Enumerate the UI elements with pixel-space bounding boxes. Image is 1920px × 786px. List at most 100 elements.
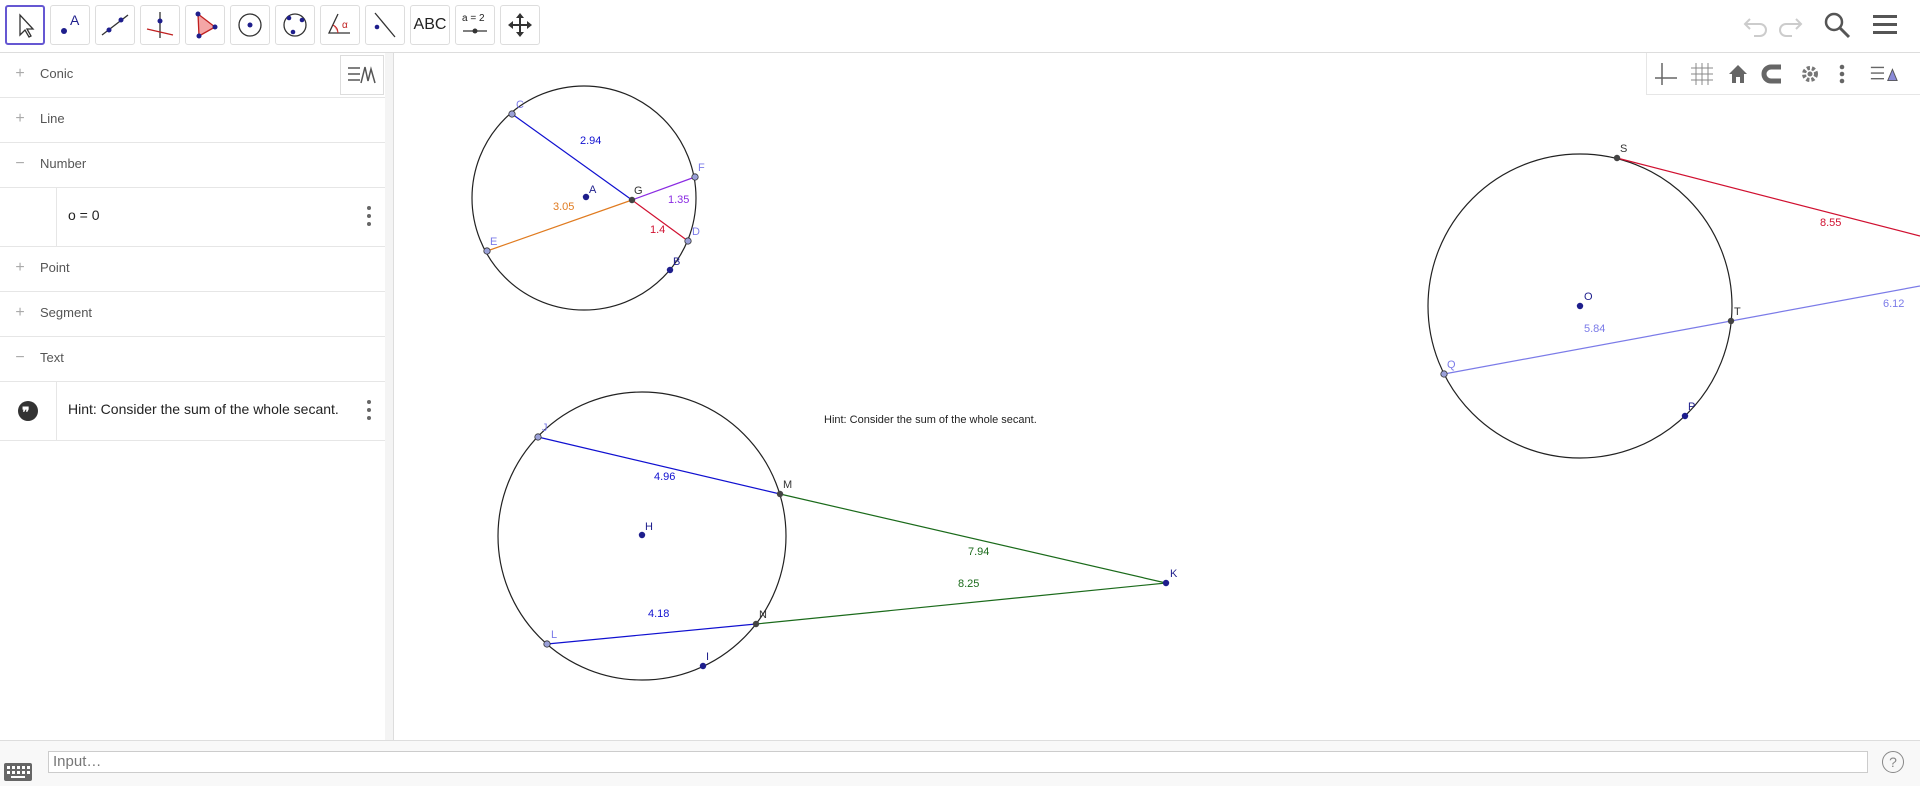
graphics-view[interactable]: C A G F E D B 2.94 3.05 1.35 1.4 J H M K… <box>394 53 1920 740</box>
label-Q: Q <box>1447 359 1456 371</box>
undo-button[interactable] <box>1740 10 1770 45</box>
circle-three-points-icon <box>283 13 307 37</box>
main-menu-button[interactable] <box>1870 10 1900 45</box>
point-L[interactable] <box>543 640 551 648</box>
group-label: Point <box>40 260 70 275</box>
point-K[interactable] <box>1162 579 1170 587</box>
point-I[interactable] <box>699 662 707 670</box>
text-tool-label: ABC <box>413 16 447 33</box>
home-icon <box>1729 65 1747 83</box>
algebra-item-value[interactable]: Hint: Consider the sum of the whole seca… <box>68 401 339 417</box>
label-H: H <box>645 521 653 533</box>
reflect-tool[interactable] <box>365 5 405 45</box>
collapse-icon[interactable]: − <box>12 350 28 366</box>
settings-button[interactable] <box>1795 59 1825 89</box>
perpendicular-line-tool[interactable] <box>140 5 180 45</box>
segment-S-out[interactable] <box>1616 157 1920 237</box>
point-Q[interactable] <box>1440 370 1448 378</box>
algebra-view: + Conic + Line − Number o = 0 + Point + … <box>0 53 386 740</box>
point-O[interactable] <box>1576 302 1584 310</box>
help-button[interactable]: ? <box>1882 751 1904 773</box>
graphics-style-bar <box>1646 53 1920 95</box>
redo-button[interactable] <box>1776 10 1806 45</box>
label-D: D <box>692 226 700 238</box>
point-N[interactable] <box>752 620 760 628</box>
label-T: T <box>1734 306 1741 318</box>
search-button[interactable] <box>1822 10 1852 45</box>
visibility-marble[interactable]: ❞ <box>0 382 57 440</box>
more-options-button[interactable] <box>1827 59 1857 89</box>
axes-toggle-button[interactable] <box>1651 59 1681 89</box>
line-icon <box>101 14 129 36</box>
angle-tool[interactable]: α <box>320 5 360 45</box>
algebra-item-text-hint[interactable]: ❞ Hint: Consider the sum of the whole se… <box>0 382 385 441</box>
length-label: 7.94 <box>968 546 989 558</box>
menu-icon <box>1873 15 1897 34</box>
visibility-marble[interactable] <box>0 188 57 246</box>
text-tool[interactable]: ABC <box>410 5 450 45</box>
move-arrows-icon <box>508 13 532 37</box>
expand-icon[interactable]: + <box>12 305 28 321</box>
expand-icon[interactable]: + <box>12 111 28 127</box>
circle-center-point-tool[interactable] <box>230 5 270 45</box>
point-E[interactable] <box>483 247 491 255</box>
expand-icon[interactable]: + <box>12 66 28 82</box>
group-segment[interactable]: + Segment <box>0 292 385 337</box>
point-G[interactable] <box>628 196 636 204</box>
keyboard-icon[interactable] <box>4 763 32 781</box>
move-tool[interactable] <box>5 5 45 45</box>
reflect-line-icon <box>374 12 396 38</box>
label-O: O <box>1584 291 1593 303</box>
circle-three-points-tool[interactable] <box>275 5 315 45</box>
line-tool[interactable] <box>95 5 135 45</box>
segment-JM[interactable] <box>537 436 781 495</box>
magnet-icon <box>1761 64 1781 84</box>
point-F[interactable] <box>691 173 699 181</box>
svg-text:α: α <box>342 20 348 31</box>
group-point[interactable]: + Point <box>0 247 385 292</box>
snap-button[interactable] <box>1759 59 1789 89</box>
group-line[interactable]: + Line <box>0 98 385 143</box>
gear-icon <box>1802 66 1818 82</box>
home-button[interactable] <box>1723 59 1753 89</box>
figure-1: C A G F E D B 2.94 3.05 1.35 1.4 <box>471 85 705 311</box>
length-label: 5.84 <box>1584 323 1605 335</box>
point-C[interactable] <box>508 110 516 118</box>
figure-2: J H M K L N I 4.96 7.94 8.25 4.18 <box>497 391 1178 681</box>
label-B: B <box>673 256 680 268</box>
point-J[interactable] <box>534 433 542 441</box>
more-options-icon[interactable] <box>365 202 373 232</box>
panel-resize-handle[interactable] <box>385 53 394 740</box>
point-P[interactable] <box>1681 412 1689 420</box>
expand-icon[interactable]: + <box>12 260 28 276</box>
group-label: Segment <box>40 305 93 320</box>
axes-icon <box>1655 63 1677 85</box>
move-graphics-view-tool[interactable] <box>500 5 540 45</box>
polygon-tool[interactable] <box>185 5 225 45</box>
more-options-icon[interactable] <box>365 396 373 426</box>
segment-MK[interactable] <box>779 493 1167 584</box>
slider-tool[interactable]: a = 2 <box>455 5 495 45</box>
collapse-icon[interactable]: − <box>12 156 28 172</box>
point-S[interactable] <box>1613 154 1621 162</box>
length-label: 1.35 <box>668 194 689 206</box>
hint-text[interactable]: Hint: Consider the sum of the whole seca… <box>824 414 1037 426</box>
algebra-input[interactable]: Input… <box>48 751 1868 773</box>
point-tool[interactable]: A <box>50 5 90 45</box>
polygon-icon <box>195 11 218 39</box>
label-M: M <box>783 479 792 491</box>
style-bar-toggle-button[interactable] <box>1869 59 1899 89</box>
algebra-item-number-o[interactable]: o = 0 <box>0 188 385 247</box>
point-T[interactable] <box>1727 317 1735 325</box>
group-number[interactable]: − Number <box>0 143 385 188</box>
group-conic[interactable]: + Conic <box>0 53 385 98</box>
point-M[interactable] <box>776 490 784 498</box>
segment-CG[interactable] <box>511 113 633 201</box>
segment-LN[interactable] <box>546 623 757 645</box>
graphics-canvas[interactable]: C A G F E D B 2.94 3.05 1.35 1.4 J H M K… <box>394 53 1920 740</box>
group-text[interactable]: − Text <box>0 337 385 382</box>
toolbar: A α ABC a = 2 <box>0 0 1920 53</box>
grid-toggle-button[interactable] <box>1687 59 1717 89</box>
algebra-item-value[interactable]: o = 0 <box>68 207 100 223</box>
point-D[interactable] <box>684 237 692 245</box>
